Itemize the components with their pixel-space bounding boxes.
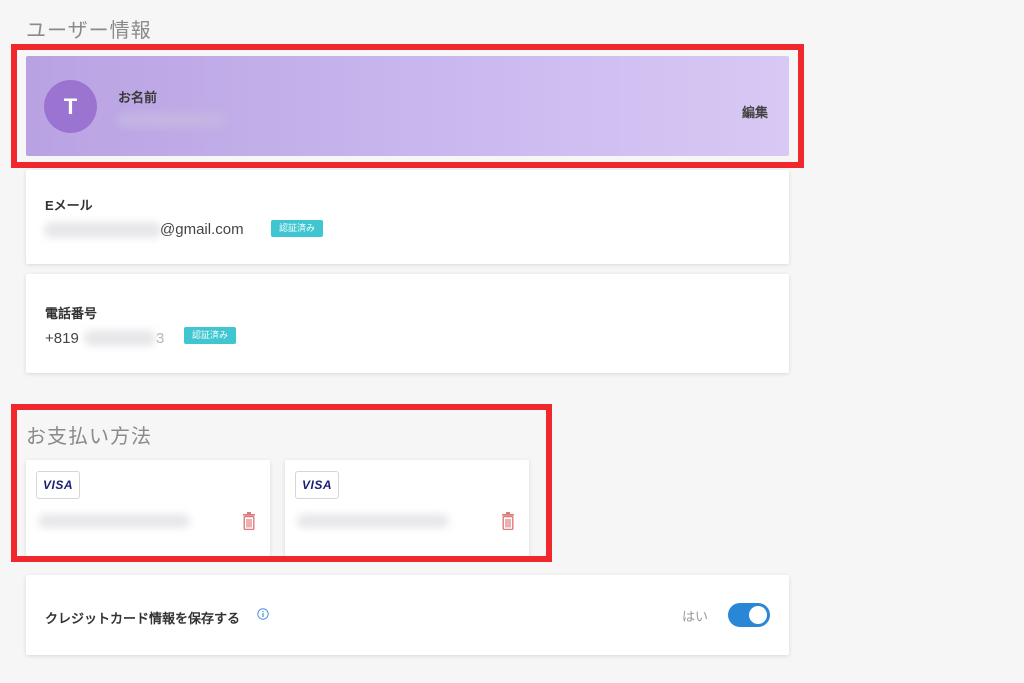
phone-suffix: 3 — [156, 330, 165, 347]
email-domain: @gmail.com — [160, 221, 244, 238]
email-local-redacted — [44, 222, 162, 238]
phone-prefix: +819 — [45, 330, 79, 347]
phone-label: 電話番号 — [45, 306, 98, 321]
email-card: Eメール @gmail.com 認証済み — [26, 170, 789, 264]
phone-number-redacted — [84, 330, 156, 346]
toggle-knob — [749, 606, 767, 624]
phone-card: 電話番号 +819 3 認証済み — [26, 274, 789, 373]
toggle-state-text: はい — [682, 609, 709, 624]
email-verified-badge: 認証済み — [271, 220, 324, 237]
name-card-highlight — [11, 44, 804, 168]
phone-verified-badge: 認証済み — [184, 327, 237, 344]
payment-section-highlight — [11, 404, 552, 562]
save-card-toggle[interactable] — [728, 603, 770, 627]
save-card-label: クレジットカード情報を保存する — [45, 611, 241, 626]
email-label: Eメール — [45, 198, 93, 213]
save-card-setting: クレジットカード情報を保存する はい — [26, 575, 789, 655]
info-icon[interactable] — [257, 608, 269, 620]
user-info-title: ユーザー情報 — [26, 20, 152, 42]
